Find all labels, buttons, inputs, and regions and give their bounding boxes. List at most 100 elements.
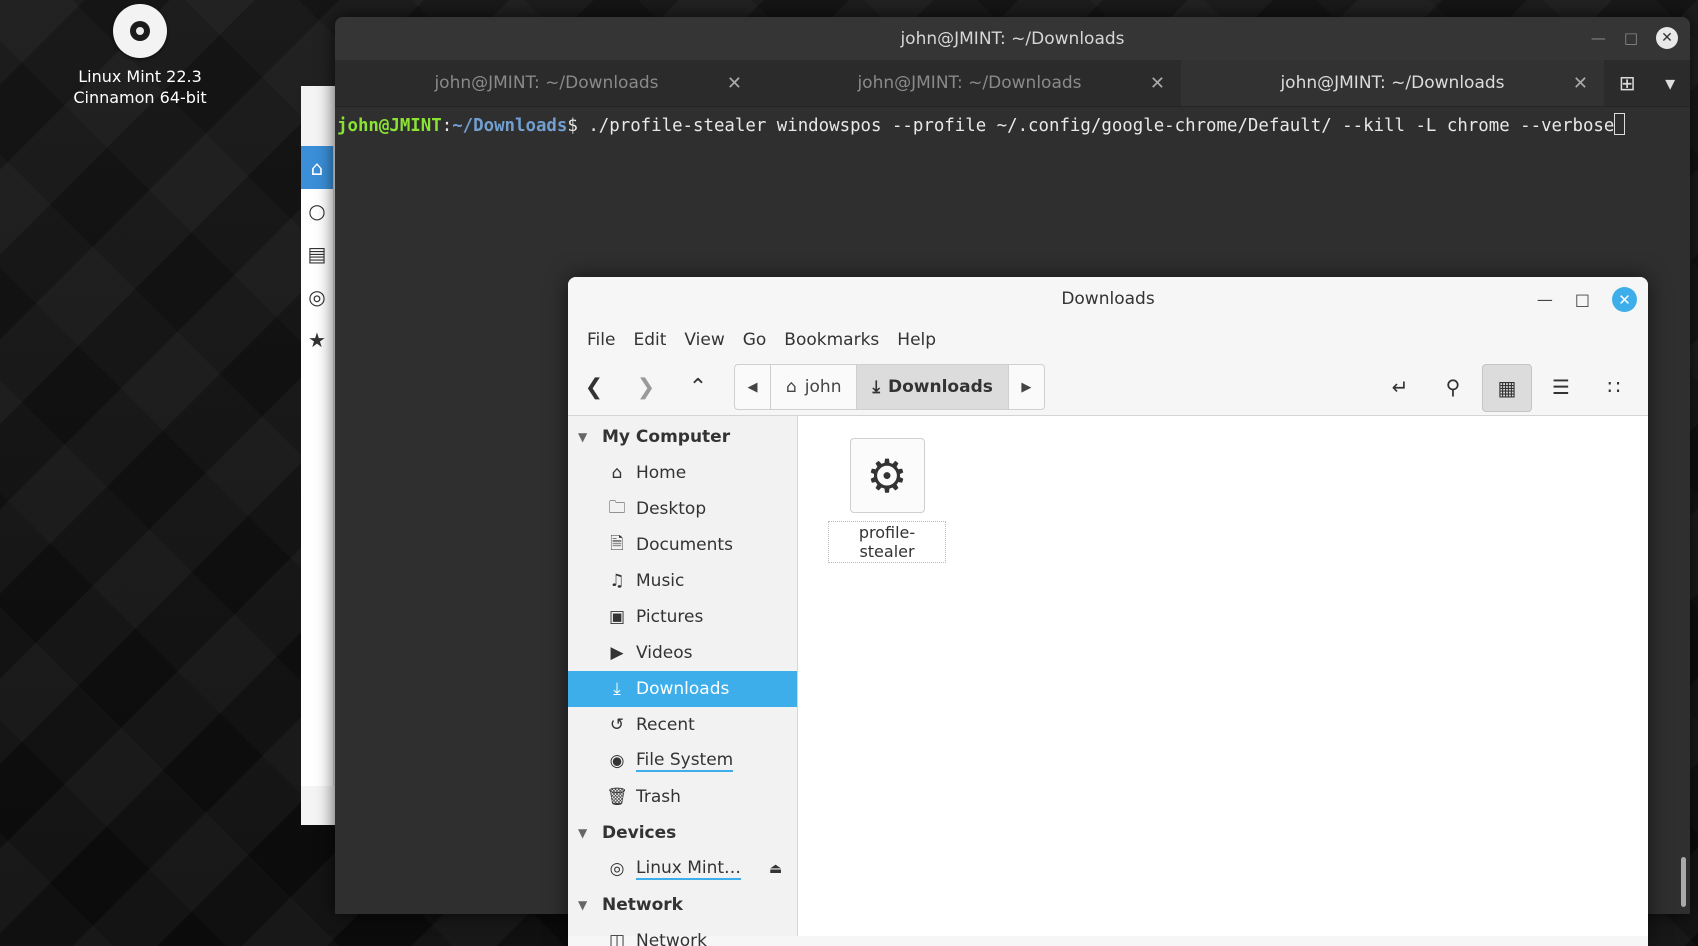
- collapse-triangle-icon[interactable]: ▼: [578, 430, 602, 444]
- file-name: profile-stealer: [828, 521, 946, 563]
- home-icon: ⌂: [611, 463, 623, 483]
- terminal-title: john@JMINT: ~/Downloads: [900, 28, 1125, 49]
- sidebar-item-trash[interactable]: 🗑 Trash: [568, 779, 797, 815]
- path-right-arrow-icon[interactable]: ▶: [1009, 365, 1044, 409]
- terminal-titlebar[interactable]: john@JMINT: ~/Downloads — □ ✕: [335, 17, 1690, 60]
- toggle-location-icon[interactable]: ↵: [1376, 364, 1424, 410]
- folder-icon: 🗀: [608, 497, 626, 518]
- maximize-icon[interactable]: □: [1575, 290, 1590, 309]
- sidebar-item-recent[interactable]: ↺ Recent: [568, 707, 797, 743]
- terminal-scrollbar[interactable]: [1681, 857, 1686, 907]
- disc-icon: ◎: [609, 859, 625, 879]
- grid-view-icon[interactable]: ▦: [1482, 364, 1532, 412]
- home-icon[interactable]: ⌂: [301, 146, 333, 189]
- eject-icon[interactable]: ⏏: [769, 861, 782, 877]
- help-ring-icon[interactable]: ◎: [301, 275, 333, 318]
- collapse-triangle-icon[interactable]: ▼: [578, 826, 602, 840]
- collapse-triangle-icon[interactable]: ▼: [578, 898, 602, 912]
- terminal-tab-2[interactable]: john@JMINT: ~/Downloads ✕: [758, 60, 1181, 106]
- sidebar-item-label: Recent: [636, 715, 695, 735]
- close-icon[interactable]: ✕: [1656, 27, 1678, 49]
- drive-icon: ◉: [609, 751, 625, 771]
- menu-bar: File Edit View Go Bookmarks Help: [568, 321, 1648, 359]
- tab-close-icon[interactable]: ✕: [1150, 73, 1165, 94]
- download-icon: ⤓: [613, 679, 621, 699]
- desktop-icon-linux-mint[interactable]: Linux Mint 22.3 Cinnamon 64-bit: [60, 4, 220, 108]
- sidebar-item-pictures[interactable]: ▣ Pictures: [568, 599, 797, 635]
- music-icon: ♫: [609, 571, 625, 591]
- video-icon: ▶: [610, 643, 624, 663]
- tab-close-icon[interactable]: ✕: [1573, 73, 1588, 94]
- menu-view[interactable]: View: [675, 330, 733, 350]
- terminal-tab-1[interactable]: john@JMINT: ~/Downloads ✕: [335, 60, 758, 106]
- gear-icon: ⚙: [849, 438, 925, 513]
- sidebar-item-downloads[interactable]: ⤓ Downloads: [568, 671, 797, 707]
- desktop-icon-label-1: Linux Mint 22.3: [78, 67, 202, 86]
- minimize-icon[interactable]: —: [1537, 290, 1553, 309]
- desktop-icon-label-2: Cinnamon 64-bit: [73, 88, 207, 107]
- section-label: Network: [602, 895, 683, 915]
- welcome-sidebar: ⌂ ○ ▤ ◎ ★: [301, 146, 334, 786]
- document-icon: 🗎: [610, 533, 624, 554]
- book-icon[interactable]: ▤: [301, 232, 333, 275]
- recent-icon: ↺: [609, 715, 625, 735]
- sidebar-item-desktop[interactable]: 🗀 Desktop: [568, 491, 797, 527]
- back-button[interactable]: ❮: [568, 364, 620, 410]
- tab-label: john@JMINT: ~/Downloads: [857, 73, 1082, 93]
- text-cursor: [1614, 113, 1626, 135]
- sidebar-item-music[interactable]: ♫ Music: [568, 563, 797, 599]
- new-tab-icon[interactable]: ⊞: [1619, 71, 1636, 95]
- close-icon[interactable]: ✕: [1612, 287, 1637, 312]
- terminal-tab-3[interactable]: john@JMINT: ~/Downloads ✕: [1181, 60, 1604, 106]
- file-manager-titlebar[interactable]: Downloads — □ ✕: [568, 277, 1648, 321]
- compact-view-icon[interactable]: ∷: [1590, 364, 1638, 410]
- forward-button[interactable]: ❯: [620, 364, 672, 410]
- file-manager-window[interactable]: Downloads — □ ✕ File Edit View Go Bookma…: [568, 277, 1648, 946]
- menu-edit[interactable]: Edit: [624, 330, 675, 350]
- menu-go[interactable]: Go: [734, 330, 776, 350]
- sidebar-item-file-system[interactable]: ◉ File System: [568, 743, 797, 779]
- section-devices[interactable]: ▼ Devices: [568, 815, 797, 851]
- breadcrumb-current-label: Downloads: [888, 377, 993, 397]
- maximize-icon[interactable]: □: [1624, 29, 1638, 47]
- list-view-icon[interactable]: ☰: [1537, 364, 1585, 410]
- terminal-tabs: john@JMINT: ~/Downloads ✕ john@JMINT: ~/…: [335, 60, 1690, 107]
- sidebar-item-linux-mint-device[interactable]: ◎ Linux Mint… ⏏: [568, 851, 797, 887]
- minimize-icon[interactable]: —: [1591, 29, 1606, 47]
- command-text: ./profile-stealer windowspos --profile ~…: [588, 116, 1615, 136]
- breadcrumb-downloads[interactable]: ⤓ Downloads: [856, 365, 1009, 409]
- tab-menu-icon[interactable]: ▾: [1665, 71, 1675, 95]
- up-button[interactable]: ⌃: [672, 364, 724, 410]
- prompt-separator: :: [441, 116, 453, 136]
- section-network[interactable]: ▼ Network: [568, 887, 797, 923]
- path-left-arrow-icon[interactable]: ◀: [735, 365, 770, 409]
- sidebar-item-label: Desktop: [636, 499, 707, 519]
- disc-icon: [113, 4, 167, 58]
- terminal-output[interactable]: john@JMINT:~/Downloads$ ./profile-steale…: [335, 107, 1690, 136]
- section-label: My Computer: [602, 427, 731, 447]
- prompt-path: ~/Downloads: [452, 116, 568, 136]
- star-icon[interactable]: ★: [301, 318, 333, 361]
- search-icon[interactable]: ⚲: [1429, 364, 1477, 410]
- menu-file[interactable]: File: [578, 330, 624, 350]
- sidebar-item-network[interactable]: ◫ Network: [568, 923, 797, 946]
- sidebar-item-label: Documents: [636, 535, 733, 555]
- breadcrumb-home[interactable]: ⌂ john: [770, 365, 856, 409]
- lightbulb-icon[interactable]: ○: [301, 189, 333, 232]
- tab-close-icon[interactable]: ✕: [727, 73, 742, 94]
- file-item[interactable]: ⚙ profile-stealer: [828, 438, 946, 563]
- trash-icon: 🗑: [606, 787, 628, 807]
- menu-bookmarks[interactable]: Bookmarks: [775, 330, 888, 350]
- sidebar-item-label: Downloads: [636, 679, 730, 699]
- file-view[interactable]: ⚙ profile-stealer: [798, 416, 1648, 936]
- section-my-computer[interactable]: ▼ My Computer: [568, 419, 797, 455]
- breadcrumb: ◀ ⌂ john ⤓ Downloads ▶: [734, 364, 1045, 410]
- tab-label: john@JMINT: ~/Downloads: [1280, 73, 1505, 93]
- sidebar-item-documents[interactable]: 🗎 Documents: [568, 527, 797, 563]
- sidebar-item-home[interactable]: ⌂ Home: [568, 455, 797, 491]
- menu-help[interactable]: Help: [888, 330, 945, 350]
- breadcrumb-home-label: john: [804, 377, 842, 397]
- sidebar-item-videos[interactable]: ▶ Videos: [568, 635, 797, 671]
- network-icon: ◫: [608, 931, 626, 946]
- sidebar-item-label: Pictures: [636, 607, 704, 627]
